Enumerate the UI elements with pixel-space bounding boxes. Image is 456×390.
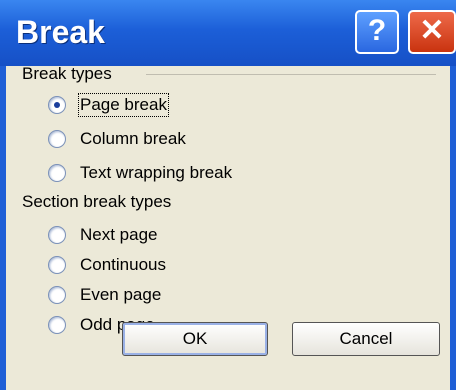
radio-label: Column break: [80, 129, 186, 148]
radio-next-page[interactable]: Next page: [48, 222, 158, 248]
radio-button[interactable]: [48, 130, 66, 148]
cancel-button[interactable]: Cancel: [292, 322, 440, 356]
radio-label: Even page: [80, 285, 162, 304]
radio-page-break[interactable]: Page break: [48, 92, 169, 118]
radio-button[interactable]: [48, 286, 66, 304]
question-mark-icon: ?: [367, 14, 387, 47]
close-button[interactable]: ✕: [408, 10, 456, 54]
radio-label: Continuous: [80, 255, 167, 274]
radio-continuous[interactable]: Continuous: [48, 252, 166, 278]
radio-button[interactable]: [48, 164, 66, 182]
dialog-body: Break types Page break Column break Text…: [6, 64, 450, 390]
radio-label: Next page: [80, 225, 158, 244]
radio-button[interactable]: [48, 316, 66, 334]
dialog-title: Break: [16, 14, 105, 50]
radio-text-wrapping-break[interactable]: Text wrapping break: [48, 160, 232, 186]
title-bar[interactable]: Break ? ✕: [0, 0, 456, 66]
break-types-label: Break types: [22, 64, 112, 83]
section-break-types-label: Section break types: [22, 192, 172, 211]
ok-button[interactable]: OK: [122, 322, 268, 356]
radio-label: Text wrapping break: [80, 163, 233, 182]
radio-label: Page break: [78, 93, 169, 117]
help-button[interactable]: ?: [355, 10, 399, 54]
radio-button[interactable]: [48, 256, 66, 274]
divider: [146, 74, 436, 75]
radio-button[interactable]: [48, 226, 66, 244]
close-icon: ✕: [419, 14, 445, 47]
break-dialog: Break ? ✕ Break types Page break Column …: [0, 0, 456, 390]
radio-even-page[interactable]: Even page: [48, 282, 161, 308]
radio-button[interactable]: [48, 96, 66, 114]
radio-column-break[interactable]: Column break: [48, 126, 186, 152]
